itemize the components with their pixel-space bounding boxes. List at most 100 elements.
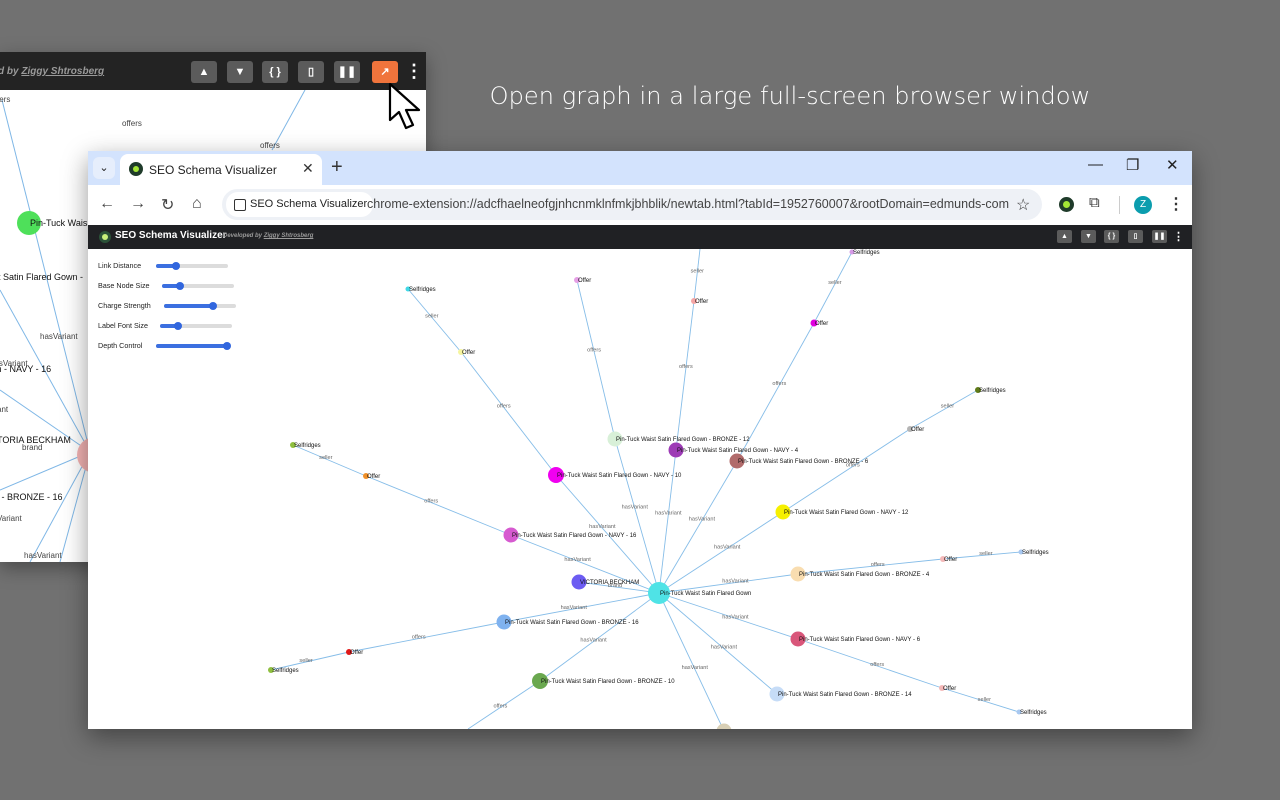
tab-seo-schema-visualizer[interactable]: SEO Schema Visualizer ✕ — [120, 154, 322, 185]
warning-icon[interactable]: ▲ — [1057, 230, 1072, 243]
slider-thumb[interactable] — [174, 322, 182, 330]
new-tab-button[interactable]: + — [331, 156, 343, 179]
restore-icon[interactable]: ❐ — [1126, 156, 1139, 174]
slider-label: Depth Control — [98, 341, 143, 350]
open-external-icon[interactable]: ↗ — [372, 61, 398, 83]
graph-edge — [813, 251, 853, 324]
graph-node-label: Selfridges — [294, 443, 321, 449]
graph-edge — [658, 460, 738, 594]
graph-node-label: Selfridges — [979, 388, 1006, 394]
graph-edge-label: seller — [319, 455, 333, 461]
graph-edge-label: seller — [828, 280, 842, 286]
slider-thumb[interactable] — [208, 302, 217, 310]
graph-edge-label: offers — [679, 364, 693, 370]
minimize-icon[interactable]: — — [1088, 156, 1103, 173]
bg-label: ant — [0, 405, 9, 414]
graph-node-label: Offer — [815, 321, 828, 327]
slider-thumb[interactable] — [222, 342, 231, 350]
graph-node-label: Pin-Tuck Waist Satin Flared Gown - BRONZ… — [778, 692, 912, 698]
graph-edge-label: offers — [871, 562, 885, 568]
graph-edge-label: hasVariant — [564, 557, 591, 563]
graph-edge-label: offers — [493, 703, 507, 709]
profile-avatar[interactable]: Z — [1134, 196, 1152, 214]
braces-icon[interactable]: { } — [262, 61, 288, 83]
graph-node-label: Offer — [350, 650, 363, 656]
browser-menu-icon[interactable]: ⋮ — [1168, 194, 1184, 214]
close-tab-icon[interactable]: ✕ — [302, 160, 314, 177]
extension-favicon-icon — [129, 162, 143, 176]
slider-fill — [164, 304, 213, 308]
graph-edge-label: hasVariant — [714, 544, 741, 550]
back-icon[interactable]: ← — [99, 195, 115, 213]
graph-edge-label: hasVariant — [711, 645, 738, 651]
graph-edge — [693, 249, 701, 302]
developer-text: d by — [0, 66, 19, 77]
bookmark-star-icon[interactable]: ☆ — [1016, 195, 1030, 215]
address-bar[interactable]: SEO Schema Visualizer chrome-extension:/… — [222, 189, 1042, 220]
graph-edge — [576, 279, 616, 440]
site-info-chip[interactable]: SEO Schema Visualizer — [226, 192, 374, 217]
app-menu-icon[interactable]: ⋮ — [1173, 230, 1184, 243]
graph-node-label: Offer — [911, 427, 924, 433]
graph-edge — [782, 428, 911, 513]
mouse-cursor-icon — [388, 82, 421, 130]
slider-track[interactable] — [160, 322, 232, 330]
graph-edge — [658, 449, 677, 594]
slider-track[interactable] — [156, 262, 228, 270]
graph-edge-label: seller — [941, 404, 955, 410]
app-title: SEO Schema Visualizer — [115, 230, 227, 241]
close-window-icon[interactable]: ✕ — [1166, 156, 1179, 174]
graph-canvas[interactable]: brand hasVariant hasVariant hasVariant hasVa… — [88, 249, 1192, 729]
graph-edge — [348, 621, 505, 653]
graph-node-label: Offer — [462, 350, 475, 356]
graph-edge — [675, 300, 695, 451]
tab-title: SEO Schema Visualizer — [149, 163, 277, 177]
graph-node-label: Pin-Tuck Waist Satin Flared Gown - BRONZ… — [616, 437, 750, 443]
graph-edge — [658, 511, 784, 594]
braces-icon[interactable]: { } — [1104, 230, 1119, 243]
clipboard-icon[interactable]: ▯ — [298, 61, 324, 83]
graph-nodes[interactable] — [268, 249, 1024, 730]
extensions-menu-icon[interactable]: ⧉ — [1089, 194, 1100, 211]
graph-node-label: Offer — [367, 474, 380, 480]
reload-icon[interactable]: ↻ — [161, 195, 174, 215]
graph-node-label: Pin-Tuck Waist Satin Flared Gown - NAVY … — [784, 510, 909, 516]
graph-edge-label: offers — [497, 403, 511, 409]
graph-edge-label: hasVariant — [561, 605, 588, 611]
graph-edge — [365, 475, 512, 536]
schema-graph[interactable]: brandhasVarianthasVarianthasVarianthasVa… — [88, 249, 1192, 729]
developer-link[interactable]: Ziggy Shtrosberg — [21, 66, 104, 77]
forward-icon[interactable]: → — [130, 195, 146, 213]
filter-icon[interactable]: ▼ — [227, 61, 253, 83]
bg-label: fers — [0, 95, 10, 104]
bg-label: brand — [22, 443, 42, 452]
bg-label: hasVariant — [40, 332, 78, 341]
slider-track[interactable] — [164, 302, 236, 310]
graph-node-label: Selfridges — [853, 250, 880, 256]
warning-icon[interactable]: ▲ — [191, 61, 217, 83]
slider-label: Charge Strength — [98, 301, 151, 310]
graph-node-label: Selfridges — [409, 287, 436, 293]
graph-edge-label: hasVariant — [580, 637, 607, 643]
pause-icon[interactable]: ❚❚ — [334, 61, 360, 83]
slider-track[interactable] — [162, 282, 234, 290]
pause-icon[interactable]: ❚❚ — [1152, 230, 1167, 243]
graph-edge-label: seller — [978, 697, 992, 703]
graph-edge-label: seller — [979, 551, 993, 557]
slider-thumb[interactable] — [176, 282, 184, 290]
graph-node-label: Pin-Tuck Waist Satin Flared Gown - NAVY … — [677, 448, 799, 454]
graph-node-label: Pin-Tuck Waist Satin Flared Gown - BRONZ… — [799, 572, 930, 578]
developer-link[interactable]: Ziggy Shtrosberg — [264, 233, 314, 239]
url-text[interactable]: chrome-extension://adcfhaelneofgjnhcnmkl… — [367, 197, 1009, 211]
filter-icon[interactable]: ▼ — [1081, 230, 1096, 243]
graph-node-labels: Pin-Tuck Waist Satin Flared Gown VICTORIA… — [272, 250, 1049, 716]
graph-edge — [658, 592, 778, 695]
clipboard-icon[interactable]: ▯ — [1128, 230, 1143, 243]
extension-icon[interactable] — [1059, 197, 1074, 212]
background-menu-icon[interactable]: ⋮ — [405, 62, 423, 80]
tab-search-icon[interactable]: ⌄ — [93, 157, 115, 179]
slider-track[interactable] — [156, 342, 231, 350]
graph-node-label: Pin-Tuck Waist Satin Flared Gown - BRONZ… — [505, 620, 639, 626]
home-icon[interactable]: ⌂ — [192, 195, 202, 213]
graph-edge-label: offers — [870, 662, 884, 668]
